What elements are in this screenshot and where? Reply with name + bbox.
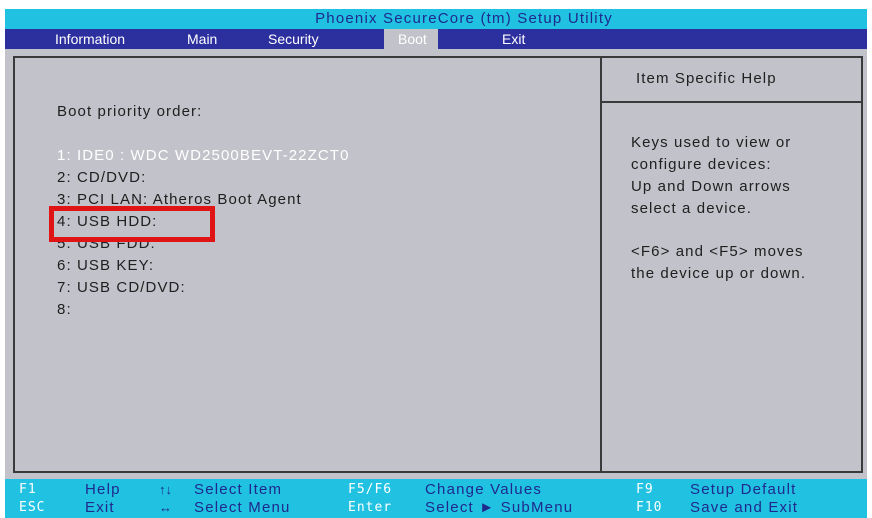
menu-information[interactable]: Information bbox=[55, 29, 125, 49]
highlight-box bbox=[49, 206, 215, 242]
key-f5-f6: F5/F6 bbox=[348, 482, 393, 497]
boot-item-7[interactable]: 7: USB CD/DVD: bbox=[57, 279, 186, 296]
key-f10: F10 bbox=[636, 500, 663, 515]
help-line-6: the device up or down. bbox=[631, 265, 807, 282]
menu-bar: Information Main Security Boot Exit bbox=[5, 29, 867, 49]
key-f1: F1 bbox=[19, 482, 37, 497]
boot-item-6[interactable]: 6: USB KEY: bbox=[57, 257, 154, 274]
panel-divider bbox=[600, 58, 602, 471]
up-down-arrows-icon: ↑↓ bbox=[159, 482, 172, 497]
help-line-3: Up and Down arrows bbox=[631, 178, 791, 195]
bios-screen: Phoenix SecureCore (tm) Setup Utility In… bbox=[5, 9, 867, 518]
boot-item-8[interactable]: 8: bbox=[57, 301, 72, 318]
boot-item-2[interactable]: 2: CD/DVD: bbox=[57, 169, 146, 186]
menu-main[interactable]: Main bbox=[187, 29, 217, 49]
help-line-1: Keys used to view or bbox=[631, 134, 792, 151]
menu-security[interactable]: Security bbox=[268, 29, 319, 49]
label-select-menu: Select Menu bbox=[194, 499, 291, 516]
main-panel: Item Specific Help Boot priority order: … bbox=[13, 56, 863, 473]
help-line-4: select a device. bbox=[631, 200, 752, 217]
label-setup-default: Setup Default bbox=[690, 481, 797, 498]
window-title: Phoenix SecureCore (tm) Setup Utility bbox=[5, 9, 867, 29]
help-header-divider bbox=[602, 101, 861, 103]
key-enter: Enter bbox=[348, 500, 393, 515]
label-help: Help bbox=[85, 481, 121, 498]
menu-boot[interactable]: Boot bbox=[384, 29, 438, 49]
menu-exit[interactable]: Exit bbox=[502, 29, 525, 49]
boot-priority-label: Boot priority order: bbox=[57, 103, 203, 120]
key-esc: ESC bbox=[19, 500, 46, 515]
label-change-values: Change Values bbox=[425, 481, 543, 498]
help-title: Item Specific Help bbox=[636, 70, 777, 87]
label-exit: Exit bbox=[85, 499, 115, 516]
left-right-arrows-icon: ↔ bbox=[159, 500, 172, 515]
help-line-2: configure devices: bbox=[631, 156, 772, 173]
label-select-item: Select Item bbox=[194, 481, 283, 498]
footer-keybar: F1 Help ↑↓ Select Item F5/F6 Change Valu… bbox=[5, 479, 867, 518]
key-f9: F9 bbox=[636, 482, 654, 497]
label-select-submenu: Select ► SubMenu bbox=[425, 499, 574, 516]
label-save-and-exit: Save and Exit bbox=[690, 499, 799, 516]
boot-item-1[interactable]: 1: IDE0 : WDC WD2500BEVT-22ZCT0 bbox=[57, 147, 350, 164]
help-line-5: <F6> and <F5> moves bbox=[631, 243, 804, 260]
